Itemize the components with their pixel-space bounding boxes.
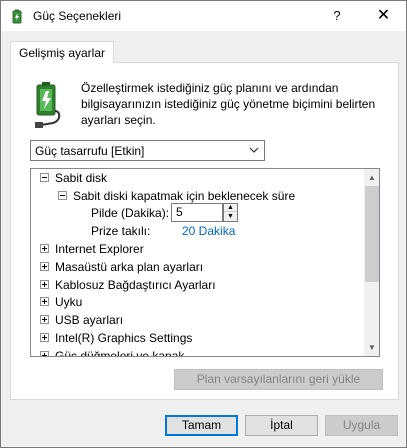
spin-up-icon[interactable]: ▲ [224,204,237,212]
on-battery-label: Pilde (Dakika): [91,206,170,220]
tab-advanced-settings[interactable]: Gelişmiş ayarlar [10,41,115,63]
power-plan-dropdown[interactable]: Güç tasarrufu [Etkin] [30,140,265,161]
tree-item-label: USB ayarları [55,313,124,327]
scroll-up-arrow-icon[interactable]: ▲ [364,169,379,186]
tree-item-label: Intel(R) Graphics Settings [55,331,193,345]
chevron-down-icon [249,147,259,153]
expand-icon[interactable] [40,280,49,289]
expand-icon[interactable] [40,351,49,356]
scroll-down-arrow-icon[interactable]: ▼ [364,339,379,356]
tree-vertical-scrollbar[interactable]: ▲ ▼ [364,169,379,356]
expand-icon[interactable] [40,333,49,342]
restore-plan-defaults-button[interactable]: Plan varsayılanlarını geri yükle [174,369,383,390]
tree-item-label: Masaüstü arka plan ayarları [55,260,204,274]
collapse-icon[interactable] [40,173,49,182]
title-bar: Güç Seçenekleri ? ✕ [1,1,406,31]
expand-icon[interactable] [40,297,49,306]
battery-plug-icon [35,82,61,128]
power-plan-selected: Güç tasarrufu [Etkin] [35,144,145,158]
expand-icon[interactable] [40,262,49,271]
tree-item-label: Güç düğmeleri ve kapak [55,349,185,357]
scrollbar-thumb[interactable] [365,186,379,282]
plugged-in-value-link[interactable]: 20 Dakika [182,222,235,240]
collapse-icon[interactable] [58,191,67,200]
spin-down-icon[interactable]: ▼ [224,213,237,221]
tree-item-label: Internet Explorer [55,242,144,256]
help-button[interactable]: ? [327,6,347,26]
power-options-dialog: Güç Seçenekleri ? ✕ Gelişmiş ayarlar Öze… [0,0,407,448]
settings-tree[interactable]: Sabit disk Sabit diski kapatmak için bek… [30,168,380,357]
close-button[interactable]: ✕ [361,1,406,31]
on-battery-spinner[interactable]: ▲ ▼ [223,203,238,222]
power-options-icon [12,9,22,24]
plugged-in-label: Prize takılı: [91,224,151,238]
window-title: Güç Seçenekleri [33,9,122,23]
tree-item-label: Uyku [55,295,83,309]
cancel-button[interactable]: İptal [245,415,318,436]
tree-item-label: Kablosuz Bağdaştırıcı Ayarları [55,278,216,292]
on-battery-minutes-input[interactable]: 5 [171,203,223,222]
instructions-text: Özelleştirmek istediğiniz güç planını ve… [81,81,376,127]
settings-tree-content: Sabit disk Sabit diski kapatmak için bek… [31,169,364,357]
expand-icon[interactable] [40,244,49,253]
expand-icon[interactable] [40,315,49,324]
ok-button[interactable]: Tamam [165,415,238,436]
apply-button[interactable]: Uygula [325,415,398,436]
tree-item-label: Sabit disk [55,171,108,185]
